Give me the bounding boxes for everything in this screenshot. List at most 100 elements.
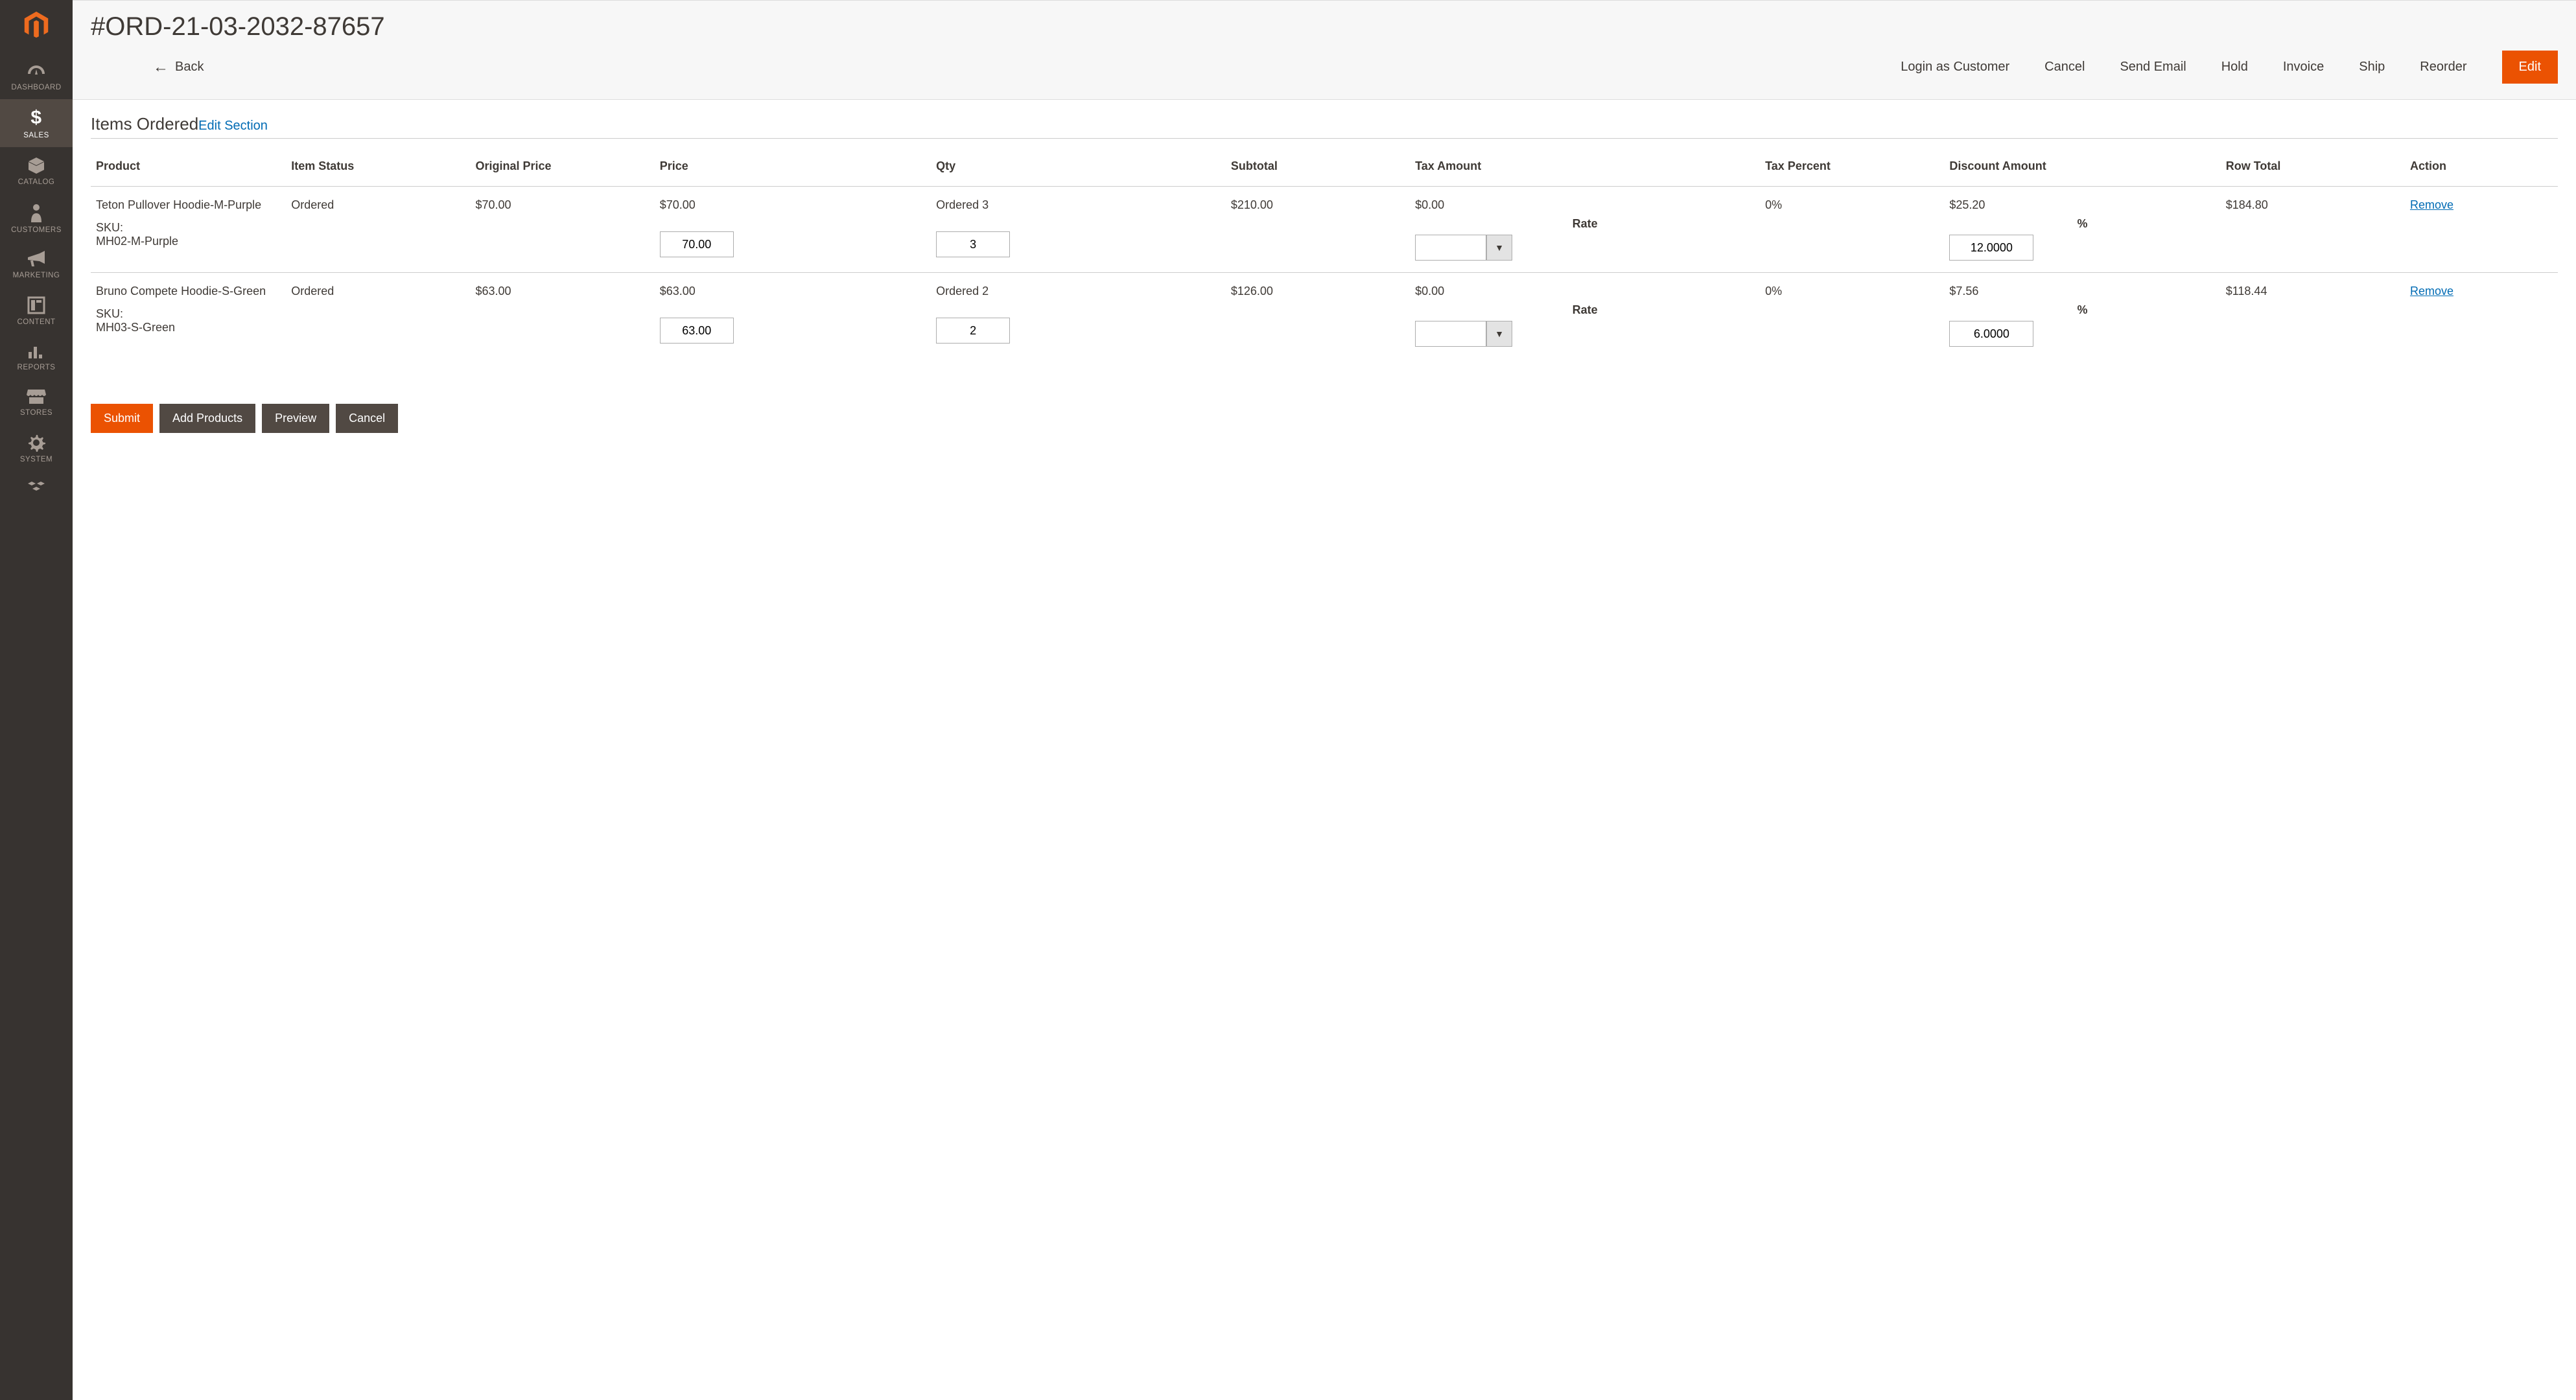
cell-qty: Ordered 3 <box>931 187 1226 273</box>
sidebar-item-label: CONTENT <box>17 318 55 326</box>
back-button[interactable]: ← Back <box>153 58 204 76</box>
cell-original-price: $63.00 <box>471 273 655 359</box>
discount-amount-text: $7.56 <box>1949 285 2215 298</box>
sidebar-item-label: CATALOG <box>18 178 55 186</box>
cell-discount-amount: $7.56 % <box>1944 273 2220 359</box>
edit-button[interactable]: Edit <box>2502 51 2558 84</box>
cell-subtotal: $210.00 <box>1226 187 1410 273</box>
th-product: Product <box>91 139 286 187</box>
discount-percent-input[interactable] <box>1949 235 2033 261</box>
sidebar-item-label: CUSTOMERS <box>11 226 62 234</box>
price-text: $70.00 <box>660 198 926 212</box>
items-ordered-table: Product Item Status Original Price Price… <box>91 139 2558 358</box>
sidebar-item-catalog[interactable]: CATALOG <box>0 147 73 194</box>
qty-text: Ordered 2 <box>936 285 1221 298</box>
cell-tax-amount: $0.00 Rate ▼ <box>1410 187 1760 273</box>
tax-rate-dropdown-button[interactable]: ▼ <box>1486 321 1512 347</box>
gear-icon <box>27 434 45 452</box>
magento-logo[interactable] <box>0 0 73 55</box>
preview-button[interactable]: Preview <box>262 404 329 433</box>
sidebar-item-stores[interactable]: STORES <box>0 379 73 425</box>
send-email-button[interactable]: Send Email <box>2120 60 2186 75</box>
cell-action: Remove <box>2405 187 2558 273</box>
th-item-status: Item Status <box>286 139 470 187</box>
sidebar-item-extensions[interactable] <box>0 471 73 508</box>
sku-label: SKU: <box>96 307 281 321</box>
sidebar-item-system[interactable]: SYSTEM <box>0 425 73 471</box>
footer-actions: Submit Add Products Preview Cancel <box>91 404 2558 433</box>
section-title: Items Ordered <box>91 114 198 134</box>
tax-rate-dropdown-button[interactable]: ▼ <box>1486 235 1512 261</box>
th-discount-amount: Discount Amount <box>1944 139 2220 187</box>
rate-label: Rate <box>1415 303 1755 317</box>
footer-cancel-button[interactable]: Cancel <box>336 404 398 433</box>
rate-label: Rate <box>1415 217 1755 231</box>
percent-label: % <box>1949 217 2215 231</box>
page-title: #ORD-21-03-2032-87657 <box>91 12 2558 41</box>
product-name: Teton Pullover Hoodie-M-Purple <box>96 198 281 212</box>
cell-subtotal: $126.00 <box>1226 273 1410 359</box>
layout-icon <box>27 296 45 314</box>
sidebar-item-sales[interactable]: $ SALES <box>0 99 73 147</box>
th-tax-percent: Tax Percent <box>1760 139 1944 187</box>
submit-button[interactable]: Submit <box>91 404 153 433</box>
th-qty: Qty <box>931 139 1226 187</box>
ship-button[interactable]: Ship <box>2359 60 2385 75</box>
storefront-icon <box>27 388 46 405</box>
discount-amount-text: $25.20 <box>1949 198 2215 212</box>
th-row-total: Row Total <box>2221 139 2405 187</box>
caret-down-icon: ▼ <box>1495 329 1504 339</box>
cell-qty: Ordered 2 <box>931 273 1226 359</box>
megaphone-icon <box>27 251 46 268</box>
cancel-button[interactable]: Cancel <box>2044 60 2085 75</box>
reorder-button[interactable]: Reorder <box>2420 60 2466 75</box>
sidebar-item-label: SALES <box>23 132 49 139</box>
th-action: Action <box>2405 139 2558 187</box>
qty-input[interactable] <box>936 318 1010 344</box>
percent-label: % <box>1949 303 2215 317</box>
edit-section-link[interactable]: Edit Section <box>198 119 268 134</box>
price-text: $63.00 <box>660 285 926 298</box>
th-original-price: Original Price <box>471 139 655 187</box>
hold-button[interactable]: Hold <box>2221 60 2248 75</box>
table-row: Bruno Compete Hoodie-S-Green SKU: MH03-S… <box>91 273 2558 359</box>
sidebar-item-content[interactable]: CONTENT <box>0 287 73 334</box>
price-input[interactable] <box>660 318 734 344</box>
cell-action: Remove <box>2405 273 2558 359</box>
th-tax-amount: Tax Amount <box>1410 139 1760 187</box>
caret-down-icon: ▼ <box>1495 242 1504 253</box>
back-label: Back <box>175 60 204 75</box>
price-input[interactable] <box>660 231 734 257</box>
remove-link[interactable]: Remove <box>2410 198 2453 211</box>
person-icon <box>30 203 43 222</box>
table-row: Teton Pullover Hoodie-M-Purple SKU: MH02… <box>91 187 2558 273</box>
tax-amount-text: $0.00 <box>1415 198 1755 212</box>
sidebar-item-reports[interactable]: REPORTS <box>0 334 73 379</box>
login-as-customer-button[interactable]: Login as Customer <box>1901 60 2009 75</box>
cell-tax-amount: $0.00 Rate ▼ <box>1410 273 1760 359</box>
remove-link[interactable]: Remove <box>2410 285 2453 298</box>
qty-input[interactable] <box>936 231 1010 257</box>
cell-discount-amount: $25.20 % <box>1944 187 2220 273</box>
cell-product: Teton Pullover Hoodie-M-Purple SKU: MH02… <box>91 187 286 273</box>
sidebar-item-label: DASHBOARD <box>11 84 61 91</box>
sku-value: MH03-S-Green <box>96 321 281 334</box>
discount-percent-input[interactable] <box>1949 321 2033 347</box>
sidebar-item-customers[interactable]: CUSTOMERS <box>0 194 73 242</box>
tax-rate-input[interactable] <box>1415 321 1486 347</box>
sidebar-item-label: MARKETING <box>13 272 60 279</box>
cell-tax-percent: 0% <box>1760 187 1944 273</box>
cell-status: Ordered <box>286 273 470 359</box>
cube-icon <box>27 156 45 174</box>
cell-product: Bruno Compete Hoodie-S-Green SKU: MH03-S… <box>91 273 286 359</box>
cell-tax-percent: 0% <box>1760 273 1944 359</box>
tax-rate-input[interactable] <box>1415 235 1486 261</box>
cell-original-price: $70.00 <box>471 187 655 273</box>
invoice-button[interactable]: Invoice <box>2283 60 2324 75</box>
add-products-button[interactable]: Add Products <box>159 404 255 433</box>
th-subtotal: Subtotal <box>1226 139 1410 187</box>
sidebar-item-label: REPORTS <box>18 364 56 371</box>
sku-value: MH02-M-Purple <box>96 235 281 248</box>
sidebar-item-marketing[interactable]: MARKETING <box>0 242 73 287</box>
sidebar-item-dashboard[interactable]: DASHBOARD <box>0 55 73 99</box>
